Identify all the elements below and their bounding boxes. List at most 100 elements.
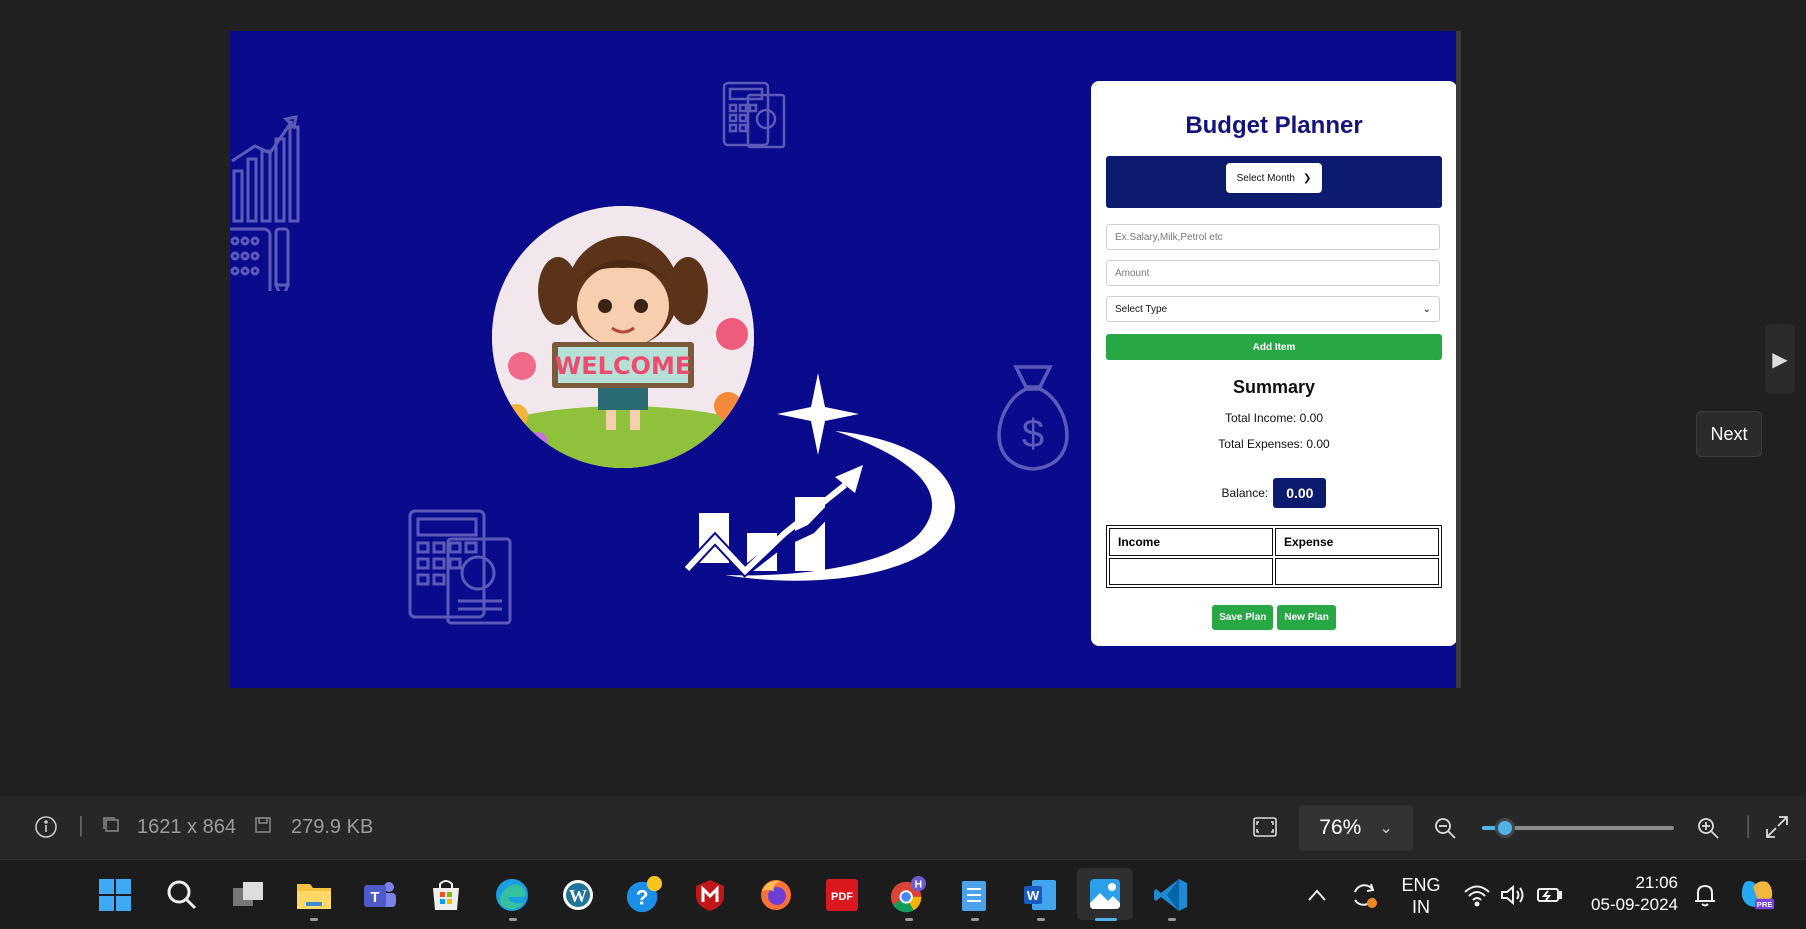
- month-bar: Select Month ❯: [1106, 156, 1442, 208]
- zoom-in-icon[interactable]: [1696, 816, 1720, 840]
- divider: |: [1745, 812, 1752, 839]
- next-tooltip: Next: [1696, 411, 1762, 457]
- month-select-label: Select Month: [1236, 172, 1295, 184]
- svg-text:T: T: [370, 889, 379, 906]
- chrome-profile-badge: H: [915, 879, 923, 890]
- balance-row: Balance: 0.00: [1091, 478, 1457, 508]
- add-item-button[interactable]: Add Item: [1106, 334, 1442, 360]
- wifi-icon[interactable]: [1458, 876, 1496, 914]
- get-help-icon[interactable]: ?: [625, 876, 663, 914]
- svg-text:PDF: PDF: [831, 891, 853, 903]
- month-select[interactable]: Select Month ❯: [1226, 163, 1322, 193]
- play-right-icon: ▶: [1772, 348, 1788, 371]
- notepad-icon[interactable]: [955, 876, 993, 914]
- new-plan-button[interactable]: New Plan: [1277, 605, 1336, 630]
- taskbar: T W ? PDF H W ENG IN 21:06 05-09-2024 PR…: [0, 859, 1806, 929]
- running-indicator: [1037, 918, 1045, 921]
- amount-input[interactable]: Amount: [1106, 260, 1440, 286]
- language-code: ENG: [1401, 875, 1441, 895]
- displayed-image: $ WELCOME Budget Planner Select Month ❯ …: [230, 31, 1460, 688]
- svg-text:PRE: PRE: [1757, 900, 1773, 909]
- word-icon[interactable]: W: [1021, 876, 1059, 914]
- expense-cell: [1275, 557, 1439, 585]
- zoom-dropdown[interactable]: 76% ⌄: [1299, 805, 1413, 851]
- viewer-status-bar: | 1621 x 864 279.9 KB 76% ⌄ |: [0, 796, 1806, 859]
- income-header: Income: [1109, 528, 1273, 556]
- svg-text:?: ?: [636, 887, 649, 910]
- amount-placeholder: Amount: [1115, 267, 1150, 279]
- chevron-down-icon: ❯: [1302, 172, 1312, 184]
- zoom-value: 76%: [1319, 816, 1362, 839]
- file-explorer-icon[interactable]: [295, 876, 333, 914]
- mcafee-icon[interactable]: [691, 876, 729, 914]
- svg-text:W: W: [1027, 888, 1040, 903]
- expense-header: Expense: [1275, 528, 1439, 556]
- notification-bell-icon[interactable]: [1686, 876, 1724, 914]
- running-indicator: [971, 918, 979, 921]
- money-bag-decoration-icon: $: [997, 365, 1069, 471]
- balance-label: Balance:: [1221, 486, 1269, 500]
- calculator-decoration-icon: [722, 81, 786, 149]
- clock[interactable]: 21:06 05-09-2024: [1580, 872, 1678, 916]
- welcome-sign-text: WELCOME: [555, 352, 691, 380]
- vscode-icon[interactable]: [1152, 876, 1190, 914]
- firefox-icon[interactable]: [757, 876, 795, 914]
- image-edge: [1456, 31, 1461, 688]
- file-size-icon: [254, 816, 272, 834]
- svg-text:$: $: [1022, 412, 1044, 456]
- total-income: Total Income: 0.00: [1224, 411, 1324, 425]
- active-indicator: [1095, 918, 1117, 921]
- file-size: 279.9 KB: [291, 816, 374, 838]
- chrome-icon[interactable]: H: [889, 876, 927, 914]
- pdf-reader-icon[interactable]: PDF: [823, 876, 861, 914]
- zoom-slider-thumb[interactable]: [1495, 818, 1516, 838]
- input-language[interactable]: ENG IN: [1396, 874, 1446, 918]
- region-code: IN: [1412, 897, 1430, 917]
- svg-text:W: W: [569, 886, 587, 906]
- battery-icon[interactable]: [1530, 876, 1568, 914]
- total-expenses: Total Expenses: 0.00: [1218, 437, 1330, 451]
- items-table: Income Expense: [1106, 525, 1442, 588]
- next-arrow-button[interactable]: ▶: [1765, 324, 1795, 394]
- photos-icon[interactable]: [1077, 868, 1133, 920]
- dimensions-icon: [102, 816, 120, 834]
- action-row: Save Plan New Plan: [1091, 605, 1457, 630]
- chevron-down-icon: ⌄: [1422, 303, 1431, 315]
- divider: |: [78, 812, 84, 837]
- summary-title: Summary: [1232, 377, 1316, 397]
- fit-to-window-icon[interactable]: [1252, 816, 1278, 838]
- copilot-icon[interactable]: PRE: [1738, 876, 1776, 914]
- calculator-document-decoration-icon: [408, 509, 512, 625]
- chevron-up-icon[interactable]: [1298, 876, 1336, 914]
- description-placeholder: Ex.Salary,Milk,Petrol etc: [1115, 231, 1223, 243]
- chevron-down-icon: ⌄: [1379, 820, 1393, 837]
- sync-icon[interactable]: [1345, 876, 1383, 914]
- wordpress-icon[interactable]: W: [559, 876, 597, 914]
- income-cell: [1109, 557, 1273, 585]
- clock-time: 21:06: [1635, 873, 1678, 892]
- running-indicator: [310, 918, 318, 921]
- microsoft-store-icon[interactable]: [427, 876, 465, 914]
- start-icon[interactable]: [96, 876, 134, 914]
- clock-date: 05-09-2024: [1591, 895, 1678, 914]
- save-plan-button[interactable]: Save Plan: [1212, 605, 1274, 630]
- description-input[interactable]: Ex.Salary,Milk,Petrol etc: [1106, 224, 1440, 250]
- zoom-slider[interactable]: [1482, 818, 1674, 838]
- teams-icon[interactable]: T: [361, 876, 399, 914]
- balance-value: 0.00: [1273, 478, 1327, 508]
- image-viewer: $ WELCOME Budget Planner Select Month ❯ …: [0, 0, 1806, 796]
- planner-title: Budget Planner: [1185, 112, 1363, 139]
- growth-chart-decoration-icon: [230, 115, 300, 291]
- fullscreen-icon[interactable]: [1765, 815, 1789, 839]
- zoom-out-icon[interactable]: [1433, 816, 1457, 840]
- growth-logo-icon: [685, 373, 955, 581]
- search-icon[interactable]: [163, 876, 201, 914]
- type-select[interactable]: Select Type ⌄: [1106, 296, 1440, 322]
- edge-icon[interactable]: [493, 876, 531, 914]
- info-icon[interactable]: [34, 815, 58, 839]
- running-indicator: [509, 918, 517, 921]
- volume-icon[interactable]: [1494, 876, 1532, 914]
- budget-planner-card: Budget Planner Select Month ❯ Ex.Salary,…: [1091, 81, 1457, 646]
- task-view-icon[interactable]: [229, 876, 267, 914]
- image-dimensions: 1621 x 864: [137, 816, 236, 838]
